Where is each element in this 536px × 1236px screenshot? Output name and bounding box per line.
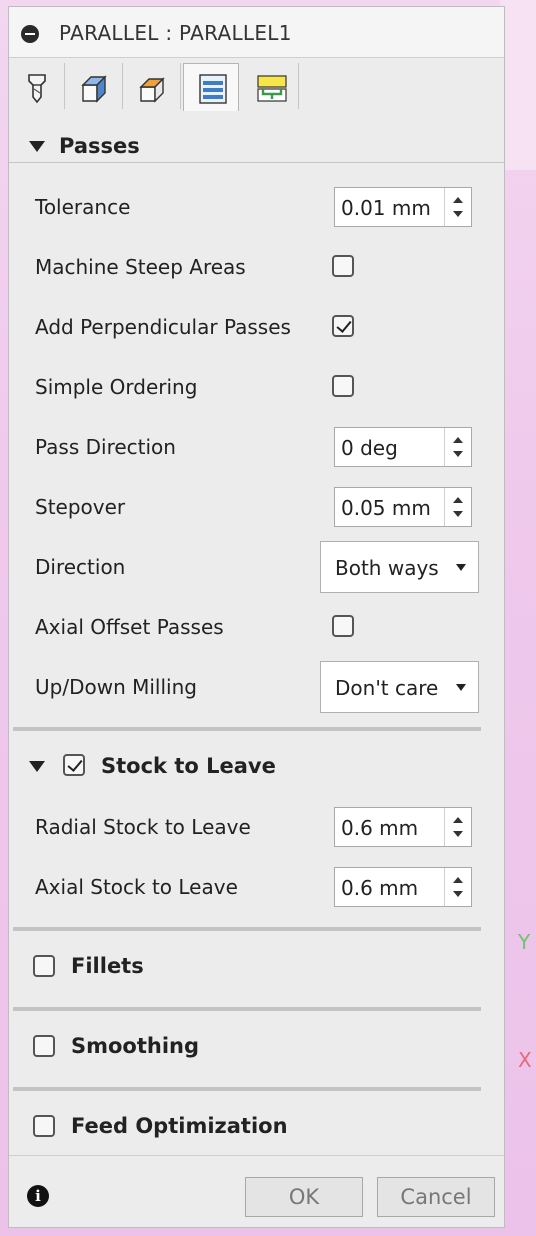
stock-to-leave-collapse-icon[interactable] [29,761,45,772]
footer-divider [9,1155,504,1156]
pass-direction-value: 0 deg [341,436,398,460]
pass-direction-label: Pass Direction [35,435,176,459]
smoothing-header[interactable]: Smoothing [71,1034,199,1058]
simple-ordering-checkbox[interactable] [332,375,354,397]
stock-to-leave-header[interactable]: Stock to Leave [101,754,276,778]
tolerance-input[interactable]: 0.01 mm [334,187,472,227]
section-divider [13,1007,481,1011]
section-divider [13,1087,481,1091]
increment-arrow-icon[interactable] [453,877,463,883]
feed-optimization-checkbox[interactable] [33,1115,55,1137]
parallel-dialog: PARALLEL : PARALLEL1 Passes Tolerance 0.… [8,6,505,1228]
stepover-label: Stepover [35,495,126,519]
tab-tool[interactable] [9,63,65,109]
up-down-milling-label: Up/Down Milling [35,675,197,699]
up-down-milling-value: Don't care [335,676,439,700]
section-divider [13,927,481,931]
axial-stock-stepper[interactable] [444,868,471,906]
decrement-arrow-icon[interactable] [453,831,463,837]
cancel-button[interactable]: Cancel [377,1177,495,1217]
radial-stock-value: 0.6 mm [341,816,419,840]
axial-offset-passes-checkbox[interactable] [332,615,354,637]
axial-stock-input[interactable]: 0.6 mm [334,867,472,907]
increment-arrow-icon[interactable] [453,197,463,203]
passes-collapse-icon[interactable] [29,141,45,152]
pass-direction-stepper[interactable] [444,428,471,466]
feed-optimization-header[interactable]: Feed Optimization [71,1114,288,1138]
radial-stock-stepper[interactable] [444,808,471,846]
linking-icon [257,75,287,102]
fillets-header[interactable]: Fillets [71,954,144,978]
up-down-milling-select[interactable]: Don't care [320,661,479,713]
simple-ordering-label: Simple Ordering [35,375,198,399]
chevron-down-icon [456,564,466,571]
dialog-titlebar: PARALLEL : PARALLEL1 [9,7,504,58]
machine-steep-areas-checkbox[interactable] [332,255,354,277]
passes-header[interactable]: Passes [59,134,140,158]
viewport-background [500,0,536,170]
chevron-down-icon [456,684,466,691]
direction-select[interactable]: Both ways [320,541,479,593]
increment-arrow-icon[interactable] [453,437,463,443]
fillets-checkbox[interactable] [33,955,55,977]
tolerance-label: Tolerance [35,195,131,219]
section-divider [13,727,481,731]
increment-arrow-icon[interactable] [453,817,463,823]
stock-to-leave-checkbox[interactable] [63,754,85,776]
tab-geometry[interactable] [67,63,123,109]
geometry-icon [81,75,107,103]
decrement-arrow-icon[interactable] [453,891,463,897]
decrement-arrow-icon[interactable] [453,511,463,517]
viewport-axis-y-label: Y [518,930,531,954]
add-perpendicular-passes-checkbox[interactable] [332,315,354,337]
pass-direction-input[interactable]: 0 deg [334,427,472,467]
tool-icon [28,74,46,104]
passes-icon [199,74,227,104]
radial-stock-input[interactable]: 0.6 mm [334,807,472,847]
viewport-axis-x-label: X [518,1048,532,1072]
direction-value: Both ways [335,556,439,580]
decrement-arrow-icon[interactable] [453,451,463,457]
axial-offset-passes-label: Axial Offset Passes [35,615,224,639]
tolerance-value: 0.01 mm [341,196,431,220]
smoothing-checkbox[interactable] [33,1035,55,1057]
decrement-arrow-icon[interactable] [453,211,463,217]
info-icon[interactable]: i [27,1185,49,1207]
tolerance-stepper[interactable] [444,188,471,226]
stepover-value: 0.05 mm [341,496,431,520]
heights-icon [139,77,165,103]
machine-steep-areas-label: Machine Steep Areas [35,255,246,279]
radial-stock-label: Radial Stock to Leave [35,815,251,839]
tab-bar-divider [9,162,504,163]
tab-linking[interactable] [243,63,299,109]
axial-stock-value: 0.6 mm [341,876,419,900]
add-perpendicular-passes-label: Add Perpendicular Passes [35,315,291,339]
ok-button[interactable]: OK [245,1177,363,1217]
direction-label: Direction [35,555,126,579]
tab-heights[interactable] [125,63,181,109]
tab-passes[interactable] [183,63,239,111]
axial-stock-label: Axial Stock to Leave [35,875,238,899]
tab-bar [9,59,504,163]
stepover-stepper[interactable] [444,488,471,526]
dialog-title: PARALLEL : PARALLEL1 [59,21,292,45]
collapse-icon[interactable] [21,25,39,43]
increment-arrow-icon[interactable] [453,497,463,503]
stepover-input[interactable]: 0.05 mm [334,487,472,527]
